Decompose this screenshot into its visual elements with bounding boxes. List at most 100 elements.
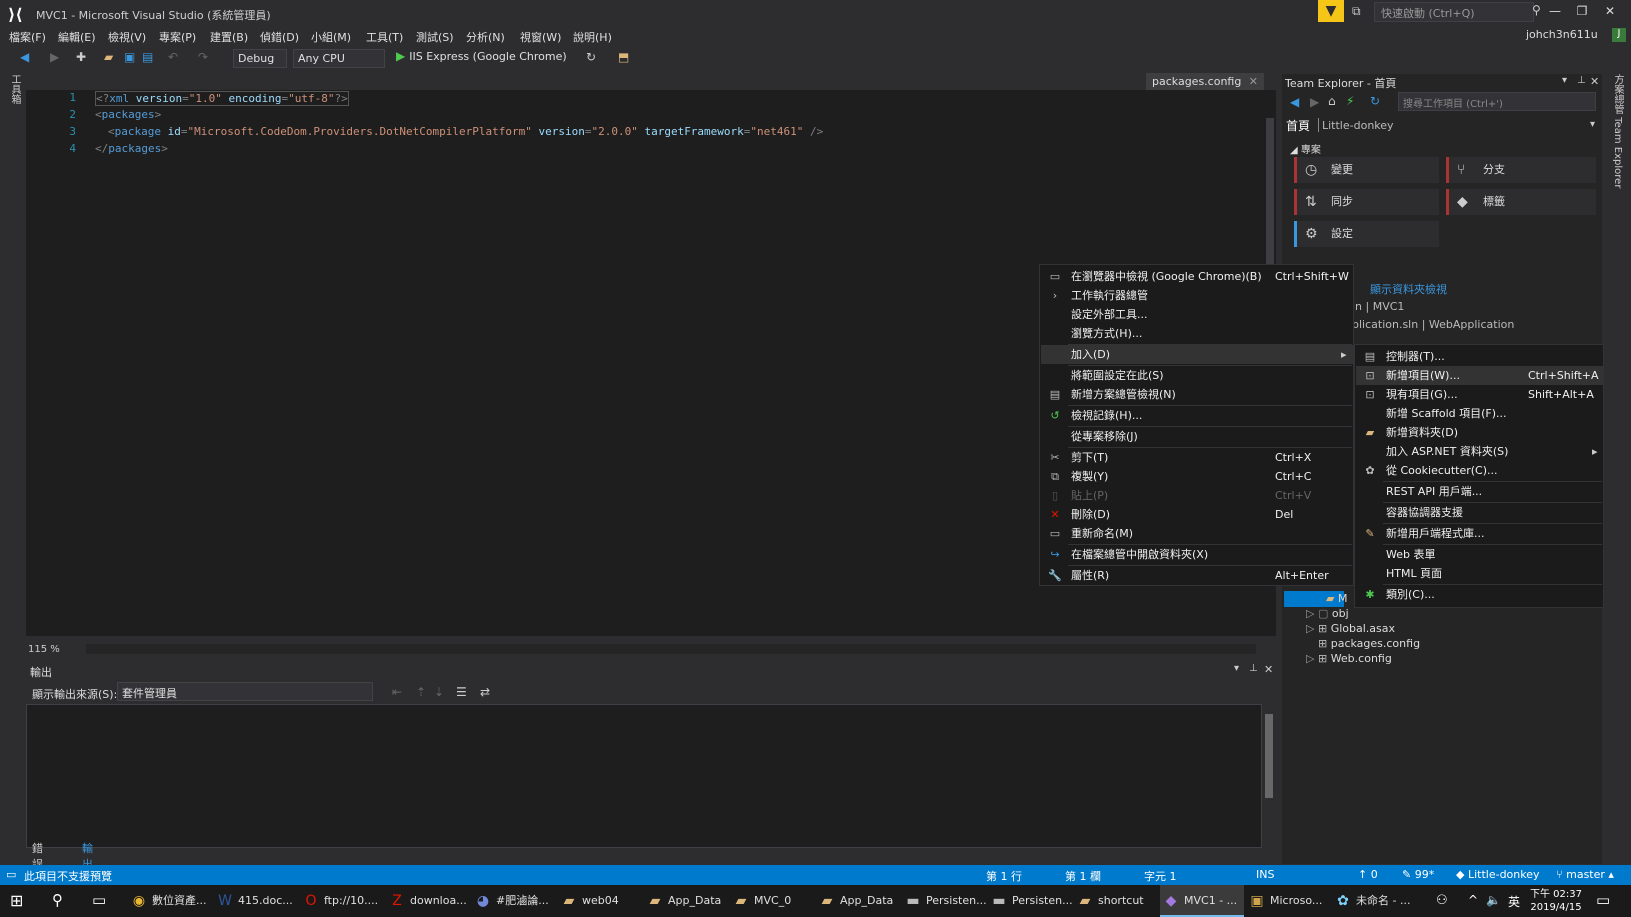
ctx-cut[interactable]: ✂ 剪下(T) Ctrl+X: [1041, 448, 1353, 467]
sub-client-library[interactable]: ✎ 新增用戶端程式庫...: [1356, 524, 1603, 543]
tree-item-obj[interactable]: ▷ ▢ obj: [1306, 606, 1349, 622]
sub-class[interactable]: ✱ 類別(C)...: [1356, 585, 1603, 604]
user-name[interactable]: johch3n611u: [1526, 28, 1598, 41]
menu-tools[interactable]: 工具(T): [366, 28, 403, 48]
taskbar-item[interactable]: ✿ 未命名 - ...: [1332, 885, 1416, 917]
output-source-select[interactable]: 套件管理員: [117, 682, 373, 701]
home-icon[interactable]: ⌂: [1328, 94, 1336, 108]
search-icon[interactable]: ⚲: [52, 891, 63, 909]
new-project-icon[interactable]: ✚: [76, 50, 86, 66]
menu-project[interactable]: 專案(P): [159, 28, 196, 48]
previous-message-icon[interactable]: ⇡: [416, 685, 426, 699]
sub-new-item[interactable]: ⊡ 新增項目(W)... Ctrl+Shift+A: [1356, 366, 1603, 385]
ctx-task-runner[interactable]: › 工作執行器總管: [1041, 286, 1353, 305]
code-line-3[interactable]: <package id="Microsoft.CodeDom.Providers…: [108, 125, 823, 138]
ctx-exclude-from-project[interactable]: 從專案移除(J): [1041, 427, 1353, 446]
te-tile-branches[interactable]: ⑂ 分支: [1446, 157, 1596, 183]
ctx-view-history[interactable]: ↺ 檢視記錄(H)...: [1041, 406, 1353, 425]
taskbar-item[interactable]: ◕ #肥滷論...: [472, 885, 556, 917]
task-view-icon[interactable]: ▭: [92, 891, 106, 909]
word-wrap-icon[interactable]: ⇄: [480, 685, 490, 699]
save-icon[interactable]: ▣: [124, 50, 135, 66]
tab-packages-config[interactable]: packages.config ✕: [1146, 73, 1264, 90]
sub-rest-api-client[interactable]: REST API 用戶端...: [1356, 482, 1603, 501]
sub-new-scaffold[interactable]: 新增 Scaffold 項目(F)...: [1356, 404, 1603, 423]
status-changes[interactable]: ✎ 99*: [1402, 868, 1434, 881]
dropdown-icon[interactable]: ▾: [1234, 663, 1239, 674]
next-message-icon[interactable]: ⇣: [434, 685, 444, 699]
te-home-label[interactable]: 首頁: [1286, 117, 1310, 134]
notification-icon[interactable]: ▭: [1596, 891, 1610, 909]
ctx-delete[interactable]: ✕ 刪除(D) Del: [1041, 505, 1353, 524]
pin-icon[interactable]: ⊥: [1249, 663, 1258, 674]
ctx-new-solution-view[interactable]: ▤ 新增方案總管檢視(N): [1041, 385, 1353, 404]
forward-icon[interactable]: ▶: [50, 50, 59, 66]
close-panel-icon[interactable]: ✕: [1590, 75, 1599, 88]
sub-existing-item[interactable]: ⊡ 現有項目(G)... Shift+Alt+A: [1356, 385, 1603, 404]
taskbar-item[interactable]: ▬ Persisten...: [902, 885, 986, 917]
taskbar-item[interactable]: ▰ shortcut: [1074, 885, 1158, 917]
run-button[interactable]: ▶ IIS Express (Google Chrome): [396, 49, 567, 67]
back-icon[interactable]: ◀: [20, 50, 29, 66]
close-window-button[interactable]: ✕: [1600, 4, 1620, 20]
windows-start-icon[interactable]: ⊞: [10, 891, 23, 910]
sub-controller[interactable]: ▤ 控制器(T)...: [1356, 347, 1603, 366]
sub-add-aspnet-folder[interactable]: 加入 ASP.NET 資料夾(S) ▸: [1356, 442, 1603, 461]
menu-analyze[interactable]: 分析(N): [466, 28, 505, 48]
ctx-copy[interactable]: ⧉ 複製(Y) Ctrl+C: [1041, 467, 1353, 486]
ctx-rename[interactable]: ▭ 重新命名(M): [1041, 524, 1353, 543]
output-text-area[interactable]: [26, 704, 1262, 848]
ime-indicator[interactable]: 英: [1508, 893, 1520, 910]
ctx-external-tools[interactable]: 設定外部工具...: [1041, 305, 1353, 324]
output-scroll-thumb[interactable]: [1265, 714, 1273, 798]
menu-build[interactable]: 建置(B): [210, 28, 248, 48]
te-tile-tags[interactable]: ◆ 標籤: [1446, 189, 1596, 215]
dropdown-icon[interactable]: ▾: [1562, 75, 1567, 86]
te-tile-changes[interactable]: ◷ 變更: [1294, 157, 1439, 183]
taskbar-item[interactable]: W 415.doc...: [214, 885, 298, 917]
sub-html-page[interactable]: HTML 頁面: [1356, 564, 1603, 583]
te-tile-settings[interactable]: ⚙ 設定: [1294, 221, 1439, 247]
tree-item-global-asax[interactable]: ▷ ⊞ Global.asax: [1306, 621, 1395, 637]
undo-icon[interactable]: ↶: [168, 50, 178, 66]
solution-item[interactable]: ln | MVC1: [1352, 300, 1404, 313]
connect-icon[interactable]: ⚡: [1346, 94, 1354, 108]
search-icon[interactable]: ⚲: [1532, 3, 1541, 17]
code-line-4[interactable]: </packages>: [95, 142, 168, 155]
taskbar-item[interactable]: ▰ App_Data: [816, 885, 900, 917]
sub-cookiecutter[interactable]: ✿ 從 Cookiecutter(C)...: [1356, 461, 1603, 480]
sub-container-orchestrator[interactable]: 容器協調器支援: [1356, 503, 1603, 522]
ctx-view-in-browser[interactable]: ▭ 在瀏覽器中檢視 (Google Chrome)(B) Ctrl+Shift+W: [1041, 267, 1353, 286]
status-push[interactable]: ↑ 0: [1358, 868, 1378, 881]
taskbar-item[interactable]: ◉ 數位資產...: [128, 885, 212, 917]
sub-web-form[interactable]: Web 表單: [1356, 545, 1603, 564]
status-repo[interactable]: ◆ Little-donkey: [1456, 868, 1540, 881]
tree-item-packages-config[interactable]: ⊞ packages.config: [1318, 636, 1420, 652]
side-tab-labels[interactable]: 方案總管 Team Explorer: [1610, 74, 1625, 188]
feedback-icon[interactable]: ⧉: [1352, 4, 1368, 20]
code-line-1[interactable]: <?xml version="1.0" encoding="utf-8"?>: [95, 91, 349, 106]
toolbox-tab[interactable]: 工具箱: [7, 74, 22, 104]
chevron-down-icon[interactable]: ▾: [1590, 119, 1595, 130]
tree-item-web-config[interactable]: ▷ ⊞ Web.config: [1306, 651, 1392, 667]
te-tile-sync[interactable]: ⇅ 同步: [1294, 189, 1439, 215]
menu-edit[interactable]: 編輯(E): [58, 28, 96, 48]
status-branch[interactable]: ⑂ master ▴: [1556, 868, 1614, 881]
redo-icon[interactable]: ↷: [198, 50, 208, 66]
editor-horizontal-scrollbar[interactable]: [86, 644, 1256, 654]
ctx-scope-to-this[interactable]: 將範圍設定在此(S): [1041, 366, 1353, 385]
menu-test[interactable]: 測試(S): [416, 28, 454, 48]
avatar[interactable]: J: [1612, 28, 1626, 42]
platform-select[interactable]: Any CPU: [293, 49, 385, 68]
menu-team[interactable]: 小組(M): [311, 28, 351, 48]
configuration-select[interactable]: Debug: [233, 49, 287, 68]
code-line-2[interactable]: <packages>: [95, 108, 161, 121]
tree-item-models[interactable]: ▰ M: [1326, 591, 1347, 607]
taskbar-item[interactable]: ▬ Persisten...: [988, 885, 1072, 917]
taskbar-item[interactable]: ▰ web04: [558, 885, 642, 917]
zoom-level[interactable]: 115 %: [28, 644, 60, 655]
forward-icon[interactable]: ▶: [1310, 95, 1319, 109]
te-project-section[interactable]: ◢ 專案: [1290, 141, 1321, 156]
taskbar-item[interactable]: ▰ MVC_0: [730, 885, 814, 917]
ctx-browse-with[interactable]: 瀏覽方式(H)...: [1041, 324, 1353, 343]
